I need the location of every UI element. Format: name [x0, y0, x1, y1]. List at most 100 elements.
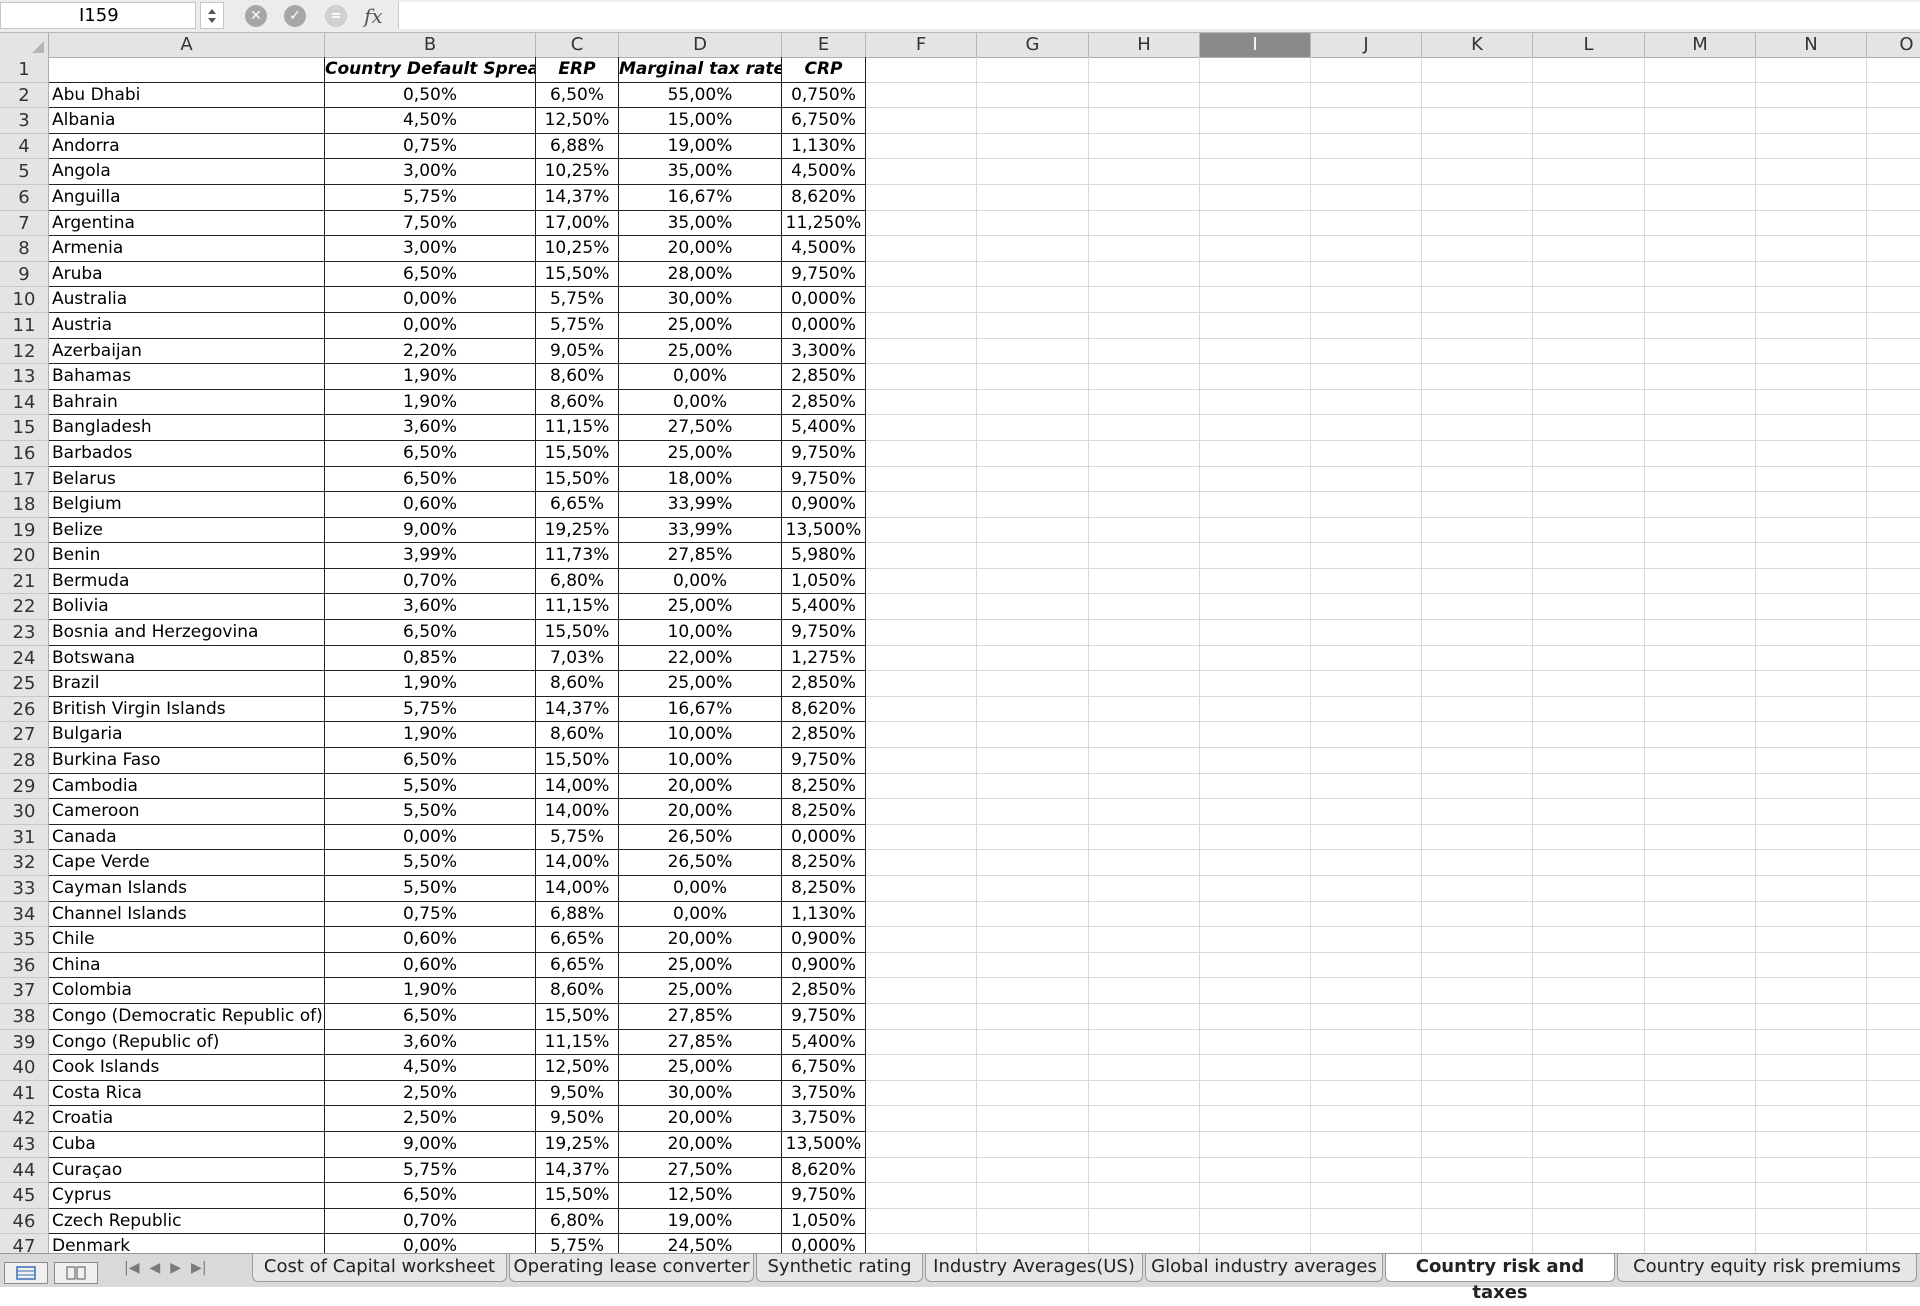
cell[interactable] [1200, 978, 1311, 1004]
cell[interactable] [1200, 1003, 1311, 1030]
cell[interactable] [1645, 133, 1756, 160]
cell[interactable] [866, 261, 977, 288]
cell[interactable]: Andorra [49, 133, 325, 160]
cell[interactable] [1422, 1106, 1533, 1132]
cell[interactable]: 27,50% [619, 415, 782, 441]
cell[interactable]: 3,60% [325, 594, 536, 621]
cell[interactable] [1089, 184, 1200, 211]
cell[interactable] [1311, 159, 1422, 185]
cell[interactable] [866, 620, 977, 646]
cell[interactable]: Bolivia [49, 594, 325, 621]
cell[interactable] [1422, 1157, 1533, 1184]
cell[interactable]: 2,850% [782, 671, 866, 697]
cell[interactable] [1867, 1030, 1920, 1056]
cell[interactable] [1645, 338, 1756, 365]
cell[interactable]: 26,50% [619, 850, 782, 876]
cell[interactable] [1645, 57, 1756, 83]
cell[interactable] [1200, 927, 1311, 953]
cell[interactable]: 0,00% [619, 364, 782, 390]
cell[interactable]: 15,50% [536, 466, 619, 493]
cell[interactable] [1200, 1106, 1311, 1132]
cell[interactable] [866, 57, 977, 83]
cell[interactable]: 8,250% [782, 876, 866, 902]
cell[interactable]: 5,75% [325, 1157, 536, 1184]
cell[interactable] [866, 901, 977, 928]
cell[interactable] [1533, 1080, 1645, 1107]
cell[interactable]: 15,00% [619, 108, 782, 134]
cell[interactable]: 2,850% [782, 978, 866, 1004]
cell[interactable]: Bahamas [49, 364, 325, 390]
cell[interactable] [1422, 57, 1533, 83]
cell[interactable] [1089, 773, 1200, 800]
cell[interactable]: 12,50% [536, 108, 619, 134]
cell[interactable]: 17,00% [536, 210, 619, 237]
cell[interactable] [1645, 159, 1756, 185]
cell[interactable]: 0,60% [325, 492, 536, 518]
cell[interactable]: 6,50% [325, 466, 536, 493]
cell[interactable]: 2,850% [782, 389, 866, 416]
cell[interactable] [1645, 594, 1756, 621]
cell[interactable] [866, 517, 977, 544]
cell[interactable]: 9,750% [782, 1183, 866, 1209]
cell[interactable] [977, 722, 1089, 749]
column-header-d[interactable]: D [619, 33, 782, 57]
cell[interactable]: 16,67% [619, 184, 782, 211]
cell[interactable] [1867, 1183, 1920, 1209]
cell[interactable]: 13,500% [782, 1131, 866, 1158]
cell[interactable] [1533, 1003, 1645, 1030]
cell[interactable]: 0,00% [619, 389, 782, 416]
cell[interactable] [1756, 722, 1867, 749]
cell[interactable] [866, 696, 977, 723]
cell[interactable] [1645, 824, 1756, 851]
cell[interactable] [1867, 620, 1920, 646]
cell[interactable] [977, 492, 1089, 518]
cell[interactable] [1645, 901, 1756, 928]
cell[interactable] [1200, 389, 1311, 416]
cell[interactable]: Belize [49, 517, 325, 544]
cell[interactable] [1533, 1055, 1645, 1081]
row-header[interactable]: 42 [0, 1106, 48, 1132]
cell[interactable]: 20,00% [619, 927, 782, 953]
cell[interactable]: 10,25% [536, 236, 619, 262]
cell[interactable] [977, 108, 1089, 134]
cell[interactable] [1756, 696, 1867, 723]
cell[interactable]: 15,50% [536, 1183, 619, 1209]
cell[interactable] [1089, 1131, 1200, 1158]
row-header[interactable]: 41 [0, 1081, 48, 1107]
column-header-j[interactable]: J [1311, 33, 1422, 57]
cell[interactable] [866, 1157, 977, 1184]
cell[interactable]: 5,980% [782, 543, 866, 569]
cell[interactable] [1089, 594, 1200, 621]
cell[interactable]: 9,750% [782, 440, 866, 467]
cell[interactable] [1756, 1131, 1867, 1158]
cell[interactable] [866, 799, 977, 825]
cell[interactable] [1756, 184, 1867, 211]
cell[interactable] [866, 748, 977, 774]
cell[interactable] [1867, 1132, 1920, 1158]
cell[interactable] [1089, 1106, 1200, 1132]
cell[interactable] [977, 568, 1089, 595]
cell[interactable] [1422, 236, 1533, 262]
cell[interactable] [1645, 1183, 1756, 1209]
cells-area[interactable]: Country Default Spread ERP Marginal tax ra… [49, 57, 1920, 1253]
cell[interactable] [1867, 850, 1920, 876]
cell[interactable] [1867, 671, 1920, 697]
cell[interactable] [1756, 492, 1867, 518]
cell[interactable]: Croatia [49, 1106, 325, 1132]
cell[interactable]: 20,00% [619, 1131, 782, 1158]
cell[interactable] [1311, 773, 1422, 800]
cell[interactable]: 2,50% [325, 1080, 536, 1107]
cell[interactable]: Albania [49, 108, 325, 134]
row-header[interactable]: 38 [0, 1004, 48, 1030]
cell[interactable] [1756, 594, 1867, 621]
cell[interactable]: 11,15% [536, 415, 619, 441]
cell[interactable] [1200, 184, 1311, 211]
cell[interactable]: 8,60% [536, 722, 619, 749]
cell[interactable] [977, 1029, 1089, 1056]
cell[interactable] [1533, 389, 1645, 416]
cell[interactable]: 8,250% [782, 773, 866, 800]
cell[interactable] [1533, 1234, 1645, 1253]
cell[interactable] [1200, 364, 1311, 390]
cell[interactable]: 5,75% [325, 696, 536, 723]
cell[interactable]: Cape Verde [49, 850, 325, 876]
